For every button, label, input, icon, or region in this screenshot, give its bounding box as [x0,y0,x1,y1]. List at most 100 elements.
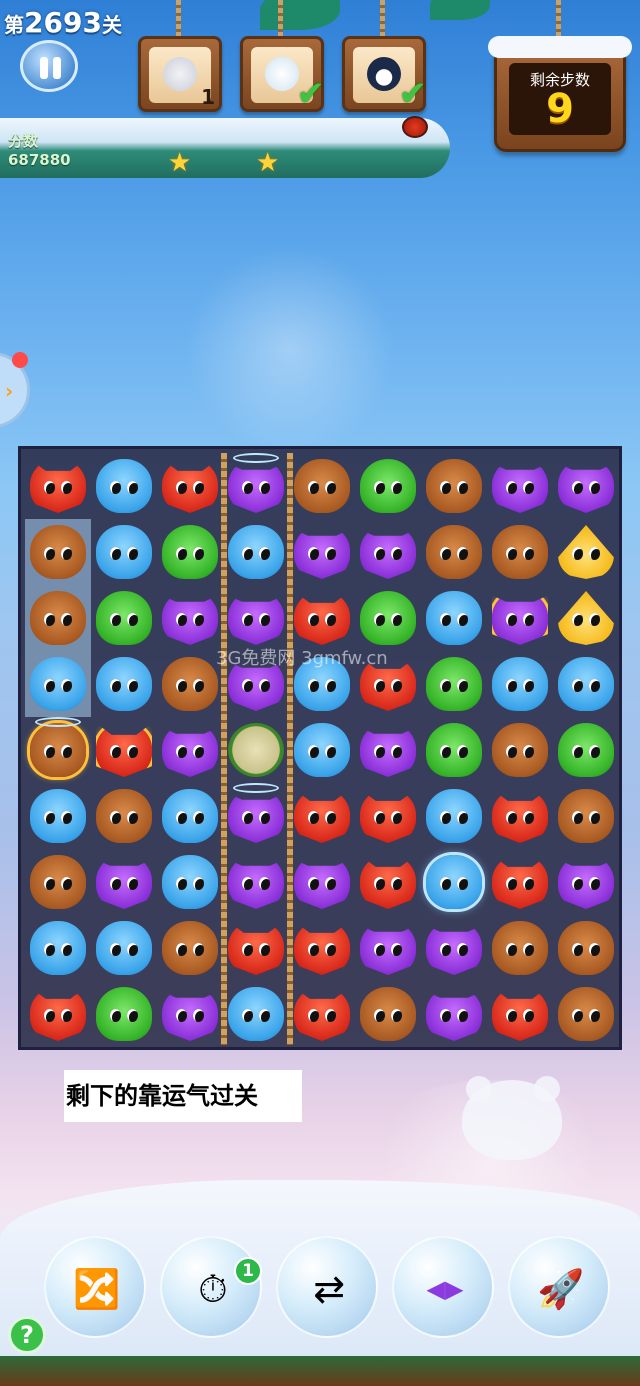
board-cell[interactable] [91,981,157,1047]
board-cell[interactable] [553,519,619,585]
board-cell[interactable] [25,915,91,981]
booster-extra-time[interactable]: ⏱ [160,1236,262,1338]
checkmark-icon: ✔ [296,74,326,114]
board-cell[interactable] [289,849,355,915]
board-cell[interactable] [421,915,487,981]
board-cell[interactable] [157,849,223,915]
board-cell[interactable] [157,717,223,783]
board-cell[interactable] [91,915,157,981]
board-cell[interactable] [91,651,157,717]
board-cell[interactable] [421,453,487,519]
eye [61,481,72,494]
board-cell[interactable] [487,651,553,717]
eye [440,613,451,626]
board-cell[interactable] [25,453,91,519]
board-cell[interactable] [355,519,421,585]
board-cell[interactable] [487,915,553,981]
board-cell[interactable] [553,585,619,651]
board-cell[interactable] [355,717,421,783]
bear-icon [558,789,614,843]
board-cell[interactable] [157,651,223,717]
eye [61,613,72,626]
board-cell[interactable] [355,981,421,1047]
board-cell[interactable] [25,717,91,783]
board-cell[interactable] [157,519,223,585]
board-cell[interactable] [553,981,619,1047]
board-cell[interactable] [223,585,289,651]
board-cell[interactable] [553,717,619,783]
board-cell[interactable] [289,717,355,783]
board-cell[interactable] [553,915,619,981]
board-cell[interactable] [25,849,91,915]
board-cell[interactable] [157,783,223,849]
help-button[interactable]: ? [8,1316,46,1354]
board-cell[interactable] [487,849,553,915]
eye [127,811,138,824]
bear-icon [492,525,548,579]
board-cell[interactable] [421,717,487,783]
board-cell[interactable] [157,585,223,651]
board-cell[interactable] [355,915,421,981]
board-cell[interactable] [487,585,553,651]
leaf-decoration [260,0,340,30]
board-cell[interactable] [289,783,355,849]
board-cell[interactable] [91,519,157,585]
hippo-icon [162,789,218,843]
board-cell[interactable] [223,519,289,585]
board-cell[interactable] [487,981,553,1047]
board-cell[interactable] [289,519,355,585]
chevron-right-icon: › [5,379,14,403]
booster-rocket[interactable]: 🚀 [508,1236,610,1338]
board-cell[interactable] [421,981,487,1047]
eye [259,811,270,824]
board-cell[interactable] [421,783,487,849]
pause-button[interactable] [20,40,78,92]
board-cell[interactable] [487,453,553,519]
booster-shuffle[interactable]: 🔀 [44,1236,146,1338]
board-cell[interactable] [289,981,355,1047]
board-cell[interactable] [25,981,91,1047]
booster-swap[interactable]: ⇄ [276,1236,378,1338]
board-cell[interactable] [157,915,223,981]
board-cell[interactable] [289,453,355,519]
board-cell[interactable] [421,651,487,717]
board-cell[interactable] [487,519,553,585]
board-cell[interactable] [223,453,289,519]
board-cell[interactable] [355,849,421,915]
board-cell[interactable] [487,717,553,783]
board-cell[interactable] [25,519,91,585]
eye [325,811,336,824]
board-cell[interactable] [355,453,421,519]
board-cell[interactable] [25,585,91,651]
eye [193,811,204,824]
board-cell[interactable] [355,783,421,849]
board-cell[interactable] [553,453,619,519]
board-cell[interactable] [25,783,91,849]
owl-icon [228,859,284,909]
board-cell[interactable] [223,981,289,1047]
booster-line-clear[interactable]: ◀▶ [392,1236,494,1338]
board-cell[interactable] [223,717,289,783]
board-cell[interactable] [289,585,355,651]
board-cell[interactable] [223,849,289,915]
board-cell[interactable] [553,849,619,915]
board-cell[interactable] [157,981,223,1047]
board-cell[interactable] [223,783,289,849]
board-cell[interactable] [25,651,91,717]
board-cell[interactable] [421,585,487,651]
board-cell[interactable] [289,915,355,981]
board-cell[interactable] [91,585,157,651]
board-cell[interactable] [355,585,421,651]
board-cell[interactable] [487,783,553,849]
board-cell[interactable] [421,849,487,915]
board-cell[interactable] [91,849,157,915]
board-cell[interactable] [91,783,157,849]
board-cell[interactable] [421,519,487,585]
board-cell[interactable] [91,453,157,519]
board-cell[interactable] [553,783,619,849]
board-cell[interactable] [157,453,223,519]
board-cell[interactable] [553,651,619,717]
eye [374,943,385,956]
board-cell[interactable] [223,915,289,981]
board-cell[interactable] [91,717,157,783]
